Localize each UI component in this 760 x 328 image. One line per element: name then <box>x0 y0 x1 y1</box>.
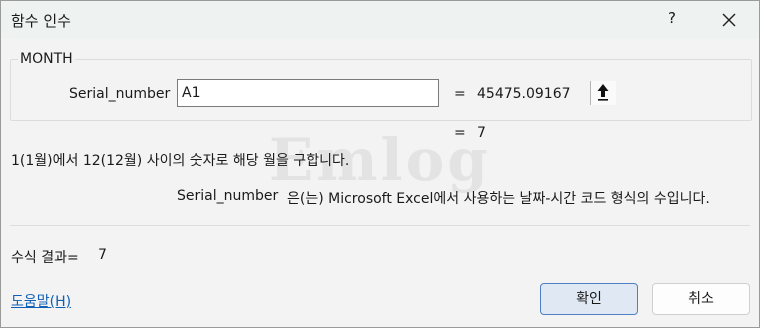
formula-result-value: 7 <box>98 247 107 263</box>
result-preview-value: 7 <box>477 125 486 141</box>
formula-result-label: 수식 결과= <box>11 250 79 266</box>
argument-evaluated-value: 45475.09167 <box>477 86 571 102</box>
cancel-button[interactable]: 취소 <box>652 283 750 315</box>
result-equals: = <box>454 125 466 141</box>
serial-number-value[interactable]: A1 <box>182 85 200 101</box>
help-button[interactable]: ? <box>662 9 682 27</box>
argument-description-name: Serial_number <box>177 188 279 204</box>
title-bar[interactable]: 함수 인수 ? <box>1 1 759 39</box>
function-description: 1(1월)에서 12(12월) 사이의 숫자로 해당 월을 구합니다. <box>11 153 350 169</box>
function-name: MONTH <box>18 51 75 67</box>
collapse-dialog-button[interactable] <box>590 81 616 105</box>
dialog-title: 함수 인수 <box>11 12 71 30</box>
help-link[interactable]: 도움말(H) <box>11 291 71 311</box>
collapse-up-arrow-icon <box>597 84 609 101</box>
close-icon[interactable] <box>716 7 742 33</box>
ok-button[interactable]: 확인 <box>540 283 638 315</box>
separator <box>10 225 750 226</box>
argument-label: Serial_number <box>69 86 171 102</box>
argument-description-text: 은(는) Microsoft Excel에서 사용하는 날짜-시간 코드 형식의… <box>287 191 710 207</box>
argument-equals: = <box>454 86 466 102</box>
function-arguments-dialog: 함수 인수 ? MONTH Serial_number A1 = 45475.0… <box>0 0 760 328</box>
serial-number-input[interactable]: A1 <box>177 79 616 107</box>
